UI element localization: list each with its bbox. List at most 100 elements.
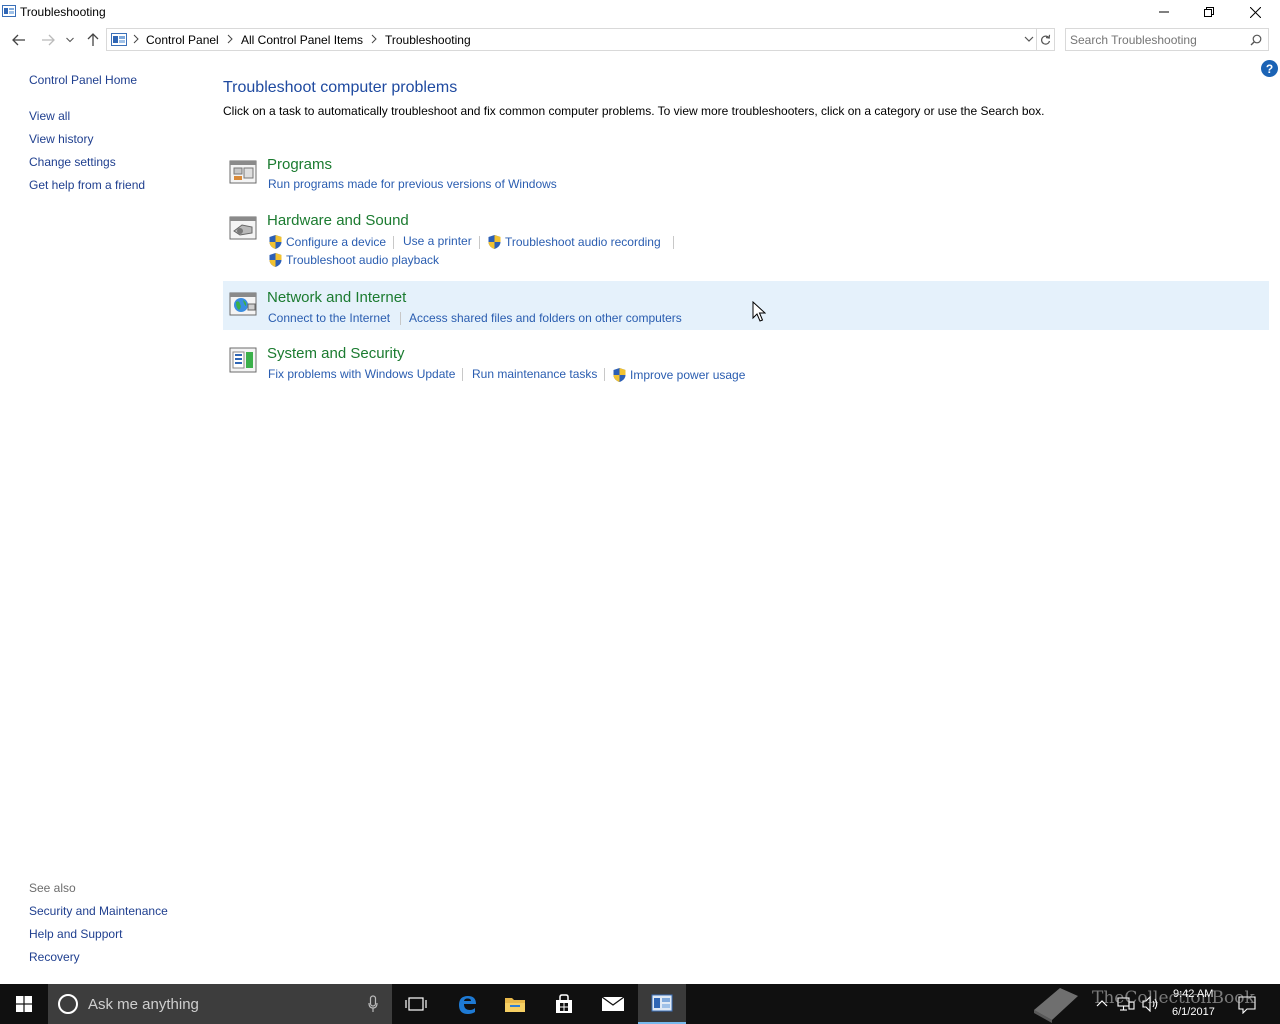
chevron-right-icon[interactable] [132,34,140,44]
system-security-icon [229,347,257,373]
task-separator [400,312,401,325]
search-box[interactable] [1065,28,1269,51]
edge-browser-button[interactable] [443,984,491,1024]
chevron-down-icon [66,37,74,43]
refresh-icon [1041,34,1051,45]
forward-button[interactable] [38,31,58,49]
up-arrow-icon [87,33,99,46]
microphone-icon[interactable] [368,995,378,1013]
restore-button[interactable] [1186,0,1232,24]
task-power-usage[interactable]: Improve power usage [630,368,745,382]
question-mark-icon: ? [1265,61,1274,76]
programs-category-link[interactable]: Programs [267,156,332,173]
address-bar[interactable]: Control Panel All Control Panel Items Tr… [106,28,1037,51]
task-run-old-programs[interactable]: Run programs made for previous versions … [268,177,557,191]
task-separator [393,236,394,249]
taskbar: Ask me anything [0,984,1280,1024]
programs-icon [229,160,257,184]
recent-locations-button[interactable] [62,31,78,49]
minimize-icon [1159,11,1169,13]
help-button[interactable]: ? [1261,60,1278,77]
recovery-link[interactable]: Recovery [29,950,80,964]
get-help-from-friend-link[interactable]: Get help from a friend [29,178,145,192]
refresh-button[interactable] [1037,28,1055,51]
restore-icon [1204,7,1214,17]
page-title: Troubleshoot computer problems [223,79,458,96]
watermark-book-icon [1034,988,1078,1023]
clock-date[interactable]: 6/1/2017 [1172,1006,1215,1018]
back-arrow-icon [12,34,25,46]
store-button[interactable] [540,984,588,1024]
task-configure-device[interactable]: Configure a device [286,235,386,249]
close-button[interactable] [1232,0,1278,24]
minimize-button[interactable] [1141,0,1187,24]
task-audio-recording[interactable]: Troubleshoot audio recording [505,235,661,249]
control-panel-icon [2,5,16,17]
security-maintenance-link[interactable]: Security and Maintenance [29,904,168,918]
start-button[interactable] [0,984,48,1024]
task-view-button[interactable] [392,984,440,1024]
task-separator [673,236,674,249]
page-description: Click on a task to automatically trouble… [223,104,1045,118]
hardware-sound-icon [229,216,257,240]
uac-shield-icon [269,235,282,249]
control-panel-icon [651,994,673,1012]
task-windows-update[interactable]: Fix problems with Windows Update [268,367,455,381]
cortana-search-box[interactable]: Ask me anything [48,984,392,1024]
up-button[interactable] [83,31,103,49]
windows-logo-icon [16,996,32,1012]
network-icon [229,292,257,316]
category-network-internet: Network and Internet Connect to the Inte… [223,281,1269,330]
category-hardware-sound: Hardware and Sound Configure a device Us… [223,208,1269,274]
breadcrumb-control-panel[interactable]: Control Panel [146,33,219,47]
task-connect-internet[interactable]: Connect to the Internet [268,311,390,325]
uac-shield-icon [269,253,282,267]
hardware-sound-category-link[interactable]: Hardware and Sound [267,212,409,229]
see-also-heading: See also [29,881,76,895]
task-separator [604,368,605,381]
task-use-printer[interactable]: Use a printer [403,234,472,248]
breadcrumb-troubleshooting[interactable]: Troubleshooting [385,33,471,47]
clock-time[interactable]: 9:42 AM [1173,988,1213,1000]
category-system-security: System and Security Fix problems with Wi… [223,341,1269,389]
back-button[interactable] [9,31,29,49]
network-internet-category-link[interactable]: Network and Internet [267,289,406,306]
folder-icon [505,998,525,1012]
cortana-icon [58,994,78,1014]
chevron-right-icon[interactable] [370,34,378,44]
task-maintenance[interactable]: Run maintenance tasks [472,367,597,381]
search-input[interactable] [1070,32,1240,48]
window-title: Troubleshooting [20,5,106,19]
store-bag-icon [556,994,572,1013]
uac-shield-icon [488,235,501,249]
change-settings-link[interactable]: Change settings [29,155,116,169]
view-history-link[interactable]: View history [29,132,93,146]
breadcrumb-all-items[interactable]: All Control Panel Items [241,33,363,47]
title-bar: Troubleshooting [0,0,1280,24]
task-separator [479,236,480,249]
chevron-down-icon[interactable] [1024,35,1034,43]
mail-icon [601,996,625,1011]
navigation-bar: Control Panel All Control Panel Items Tr… [0,27,1280,53]
task-separator [462,368,463,381]
close-icon [1249,6,1261,18]
edge-icon [459,996,476,1014]
uac-shield-icon [613,368,626,382]
category-programs: Programs Run programs made for previous … [223,152,1269,198]
help-support-link[interactable]: Help and Support [29,927,122,941]
system-security-category-link[interactable]: System and Security [267,345,405,362]
task-access-shared-files[interactable]: Access shared files and folders on other… [409,311,682,325]
task-view-icon [405,997,427,1011]
control-panel-taskbar-button[interactable] [638,984,686,1024]
file-explorer-button[interactable] [491,984,539,1024]
forward-arrow-icon [42,34,55,46]
control-panel-location-icon [111,33,127,46]
chevron-right-icon[interactable] [226,34,234,44]
control-panel-home-link[interactable]: Control Panel Home [29,73,137,87]
search-icon[interactable] [1250,34,1262,46]
mail-button[interactable] [589,984,637,1024]
view-all-link[interactable]: View all [29,109,70,123]
task-audio-playback[interactable]: Troubleshoot audio playback [286,253,439,267]
cortana-placeholder: Ask me anything [88,996,199,1013]
mouse-cursor-icon [752,301,766,322]
